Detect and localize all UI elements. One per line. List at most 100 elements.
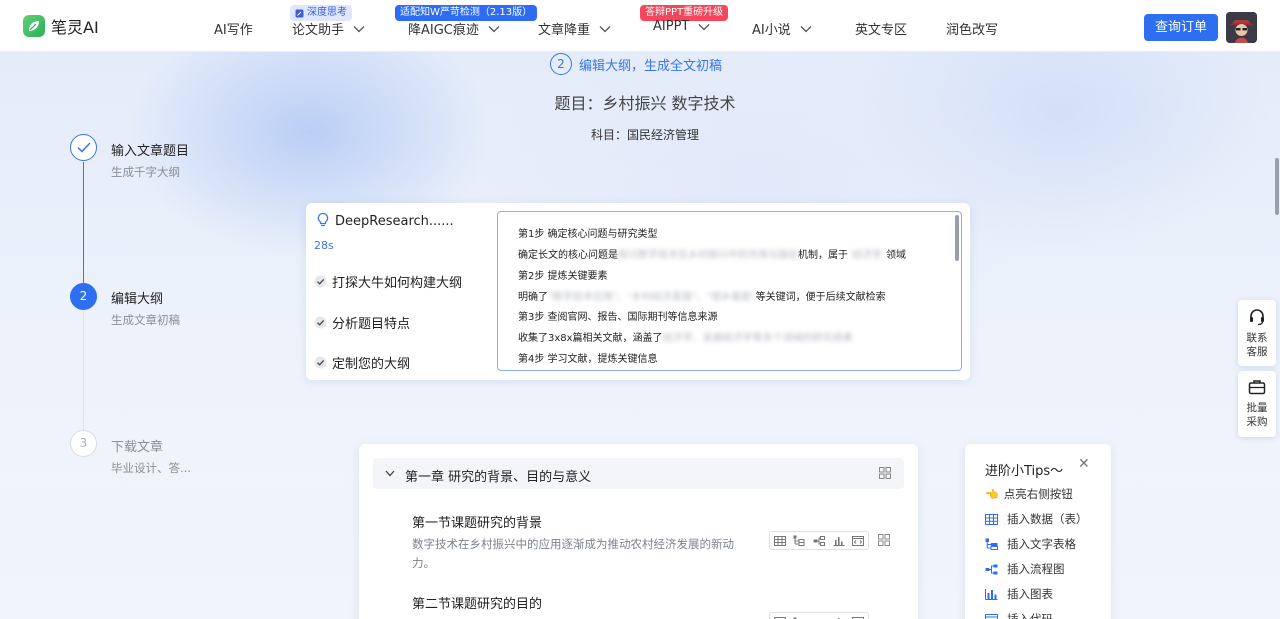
query-order-button[interactable]: 查询订单	[1144, 14, 1218, 41]
table-icon[interactable]	[773, 535, 786, 546]
app-logo[interactable]: 笔灵AI	[23, 14, 99, 38]
log-text: 机制，属于	[798, 250, 848, 261]
step-3-circle: 3	[70, 430, 97, 457]
page-scrollbar[interactable]	[1275, 158, 1279, 215]
top-navigation-bar: 笔灵AI AI写作 深度思考 论文助手 适配知W严苛检测（2.13版） 降AIG…	[0, 0, 1280, 52]
nav-paper-assistant[interactable]: 论文助手	[292, 19, 365, 38]
nav-label: AI写作	[214, 23, 253, 38]
customer-service-button[interactable]: 联系客服	[1238, 300, 1276, 366]
flowchart-icon	[985, 564, 998, 574]
nav-label: AI小说	[752, 23, 791, 38]
research-log-panel[interactable]: 第1步 确定核心问题与研究类型 确定长文的核心问题是 探讨数字技术在乡村振兴中的作…	[497, 211, 962, 371]
log-text: 第2步 提炼关键要素	[518, 271, 608, 282]
advanced-tips-panel: 进阶小Tips～ ✕ 👈 点亮右侧按钮 插入数据（表） 插入文字表格 插入流程图…	[965, 444, 1111, 619]
checkmark-icon	[76, 142, 91, 153]
log-line: 第3步 查阅官网、报告、国际期刊等信息来源	[518, 308, 718, 323]
check-item-label: 定制您的大纲	[332, 357, 411, 372]
chevron-down-icon[interactable]	[385, 470, 395, 477]
current-step-heading: 2 编辑大纲，生成全文初稿	[550, 53, 722, 75]
step-3-label: 下载文章	[111, 440, 164, 455]
tip-label: 点亮右侧按钮	[1003, 487, 1073, 501]
step-2-sub: 生成文章初稿	[111, 313, 180, 327]
log-line: 收集了3x8x篇相关文献，涵盖了 经济学、发展经济学等多个领域的研究成果	[518, 329, 853, 344]
tip-label: 插入流程图	[1007, 562, 1065, 576]
chapter-row[interactable]: 第一章 研究的背景、目的与意义	[373, 458, 904, 489]
check-circle-icon	[314, 316, 327, 329]
log-text: 第4步 学习文献，提炼关键信息	[518, 354, 658, 365]
research-check-item: 分析题目特点	[314, 313, 410, 332]
leaf-logo-icon	[23, 15, 45, 37]
chapter-title[interactable]: 第一章 研究的背景、目的与意义	[405, 466, 591, 485]
nav-aippt[interactable]: AIPPT	[653, 19, 710, 34]
log-text: 等关键词，便于后续文献检索	[755, 292, 886, 303]
tip-label: 插入代码	[1007, 612, 1053, 619]
blurred-text: 探讨数字技术在乡村振兴中的作用与路径	[618, 250, 798, 261]
nav-reduce-aigc[interactable]: 降AIGC痕迹	[408, 19, 500, 38]
grid-menu-icon[interactable]	[878, 534, 890, 546]
log-line: 第1步 确定核心问题与研究类型	[518, 225, 658, 240]
log-text: 确定长文的核心问题是	[518, 250, 618, 261]
code-icon[interactable]	[852, 535, 865, 546]
blurred-text: 经济学	[852, 250, 882, 261]
chevron-down-icon	[599, 25, 611, 32]
section-title[interactable]: 第二节课题研究的目的	[412, 593, 542, 612]
bulk-label: 批量采购	[1246, 402, 1268, 428]
nav-rewrite[interactable]: 文章降重	[538, 19, 611, 38]
chevron-down-icon	[353, 25, 365, 32]
nav-label: 论文助手	[292, 23, 345, 38]
table-icon	[985, 513, 998, 525]
nav-ai-writing[interactable]: AI写作	[214, 19, 253, 38]
bulk-purchase-button[interactable]: 批量采购	[1238, 371, 1276, 437]
tip-item: 👈 点亮右侧按钮	[985, 486, 1073, 502]
research-check-item: 打探大牛如何构建大纲	[314, 272, 462, 291]
stepper-line-pending	[83, 310, 84, 430]
check-circle-icon	[314, 275, 327, 288]
step-number-badge: 2	[550, 53, 572, 75]
log-scrollbar[interactable]	[955, 215, 959, 261]
nav-label: AIPPT	[653, 19, 690, 34]
pointing-hand-icon: 👈	[985, 487, 999, 501]
close-icon[interactable]: ✕	[1078, 456, 1090, 472]
step-3-sub: 毕业设计、答...	[111, 461, 191, 475]
outline-editor: 第一章 研究的背景、目的与意义 第一节课题研究的背景 数字技术在乡村振兴中的应用…	[359, 444, 918, 619]
log-line: 明确了 "数字技术应用"、"乡村经济发展"、"城乡差距" 等关键词，便于后续文献检索	[518, 288, 886, 303]
section-description[interactable]: 数字技术在乡村振兴中的应用逐渐成为推动农村经济发展的新动力。	[412, 535, 752, 573]
nav-label: 英文专区	[855, 23, 908, 38]
tip-item: 插入图表	[985, 586, 1053, 602]
nav-ai-novel[interactable]: AI小说	[752, 19, 812, 38]
tip-item: 插入文字表格	[985, 536, 1076, 552]
nav-english[interactable]: 英文专区	[855, 19, 907, 38]
step-2-label: 编辑大纲	[111, 292, 164, 307]
section-toolbar	[769, 612, 869, 619]
log-line: 第2步 提炼关键要素	[518, 267, 608, 282]
lightbulb-icon	[317, 212, 329, 227]
nav-label: 文章降重	[538, 23, 591, 38]
grid-menu-icon[interactable]	[879, 467, 891, 479]
text-table-icon[interactable]	[793, 535, 805, 546]
stepper-line-done	[83, 162, 84, 283]
blurred-text: "数字技术应用"、"乡村经济发展"、"城乡差距"	[548, 292, 756, 303]
research-check-item: 定制您的大纲	[314, 353, 410, 372]
chevron-down-icon	[488, 25, 500, 32]
log-text: 第1步 确定核心问题与研究类型	[518, 229, 658, 240]
check-item-label: 打探大牛如何构建大纲	[332, 276, 463, 291]
section-toolbar	[769, 531, 869, 550]
code-icon	[985, 613, 998, 619]
log-text: 领域	[886, 250, 906, 261]
headset-icon	[1250, 309, 1264, 326]
check-circle-icon	[314, 356, 327, 369]
section-title[interactable]: 第一节课题研究的背景	[412, 512, 542, 531]
log-text: 明确了	[518, 292, 548, 303]
tip-label: 插入数据（表）	[1007, 512, 1088, 526]
bar-chart-icon[interactable]	[833, 536, 845, 546]
user-avatar[interactable]	[1226, 12, 1257, 43]
avatar-icon	[1226, 12, 1257, 43]
bar-chart-icon	[985, 588, 998, 600]
tip-item: 插入流程图	[985, 561, 1065, 577]
log-line: 确定长文的核心问题是 探讨数字技术在乡村振兴中的作用与路径 机制，属于 经济学 领域	[518, 246, 906, 261]
nav-polish[interactable]: 润色改写	[946, 19, 998, 38]
briefcase-icon	[1248, 380, 1266, 395]
deep-research-card: DeepResearch...... 28s 打探大牛如何构建大纲 分析题目特点…	[306, 203, 970, 380]
flowchart-icon[interactable]	[813, 535, 825, 546]
check-item-label: 分析题目特点	[332, 317, 411, 332]
